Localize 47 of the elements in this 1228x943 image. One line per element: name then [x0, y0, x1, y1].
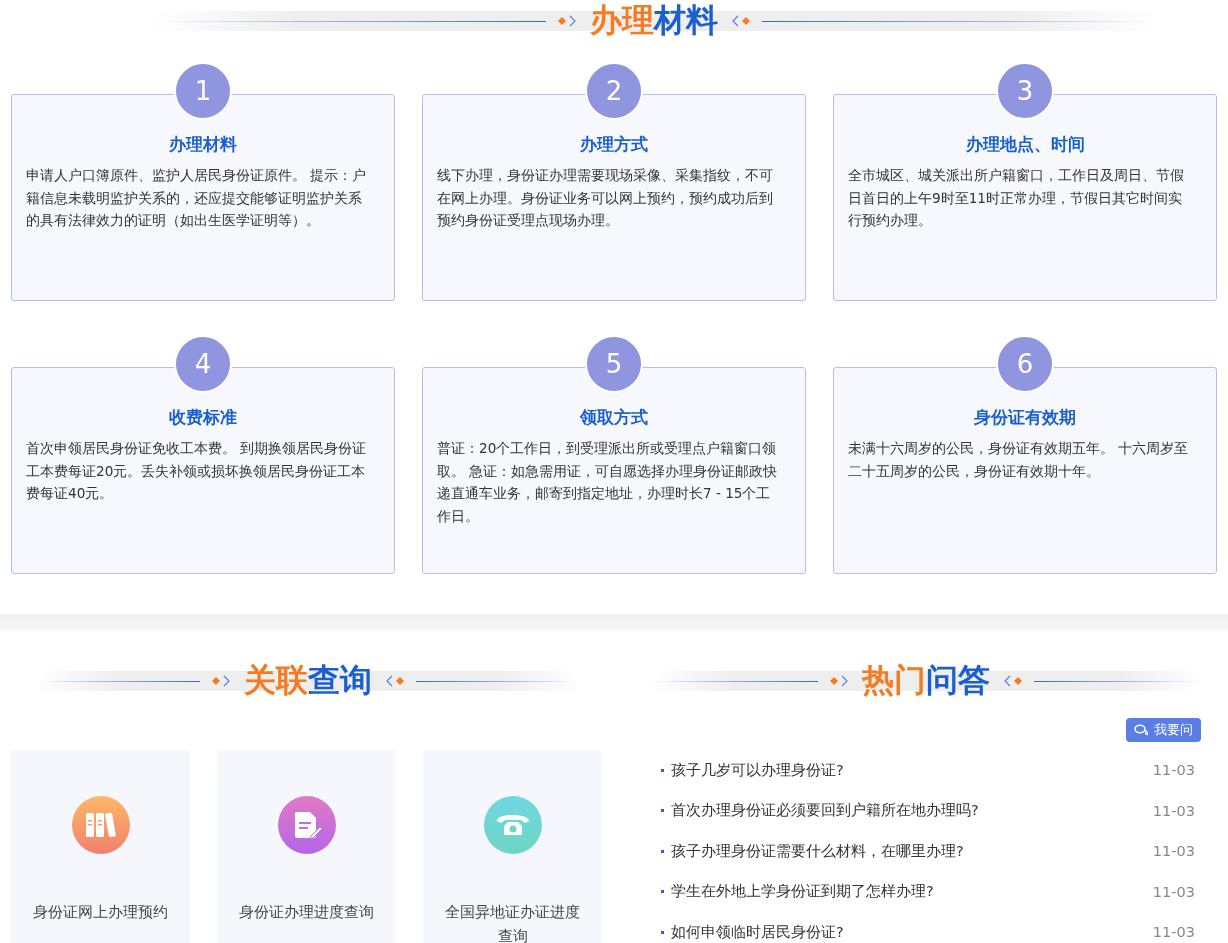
bullet-icon	[661, 768, 664, 772]
step-number: 2	[585, 62, 643, 120]
bullet-icon	[661, 809, 664, 813]
question-link[interactable]: 如何申领临时居民身份证?	[671, 922, 1153, 942]
card-text: 普证：20个工作日，到受理派出所或受理点户籍窗口领取。 急证：如急需用证，可自愿选择办理身份证邮政快递直通车业务，邮寄到指定地址，办理时长7 - 15个工作日。	[437, 439, 779, 526]
question-date: 11-03	[1152, 843, 1196, 860]
card-title: 办理地点、时间	[964, 133, 1086, 156]
section-title: 关联查询	[244, 660, 372, 701]
books-icon	[71, 796, 130, 854]
question-link[interactable]: 孩子办理身份证需要什么材料，在哪里办理?	[671, 841, 1153, 861]
step-number: 5	[585, 335, 643, 393]
card-text: 申请人户口簿原件、监护人居民身份证原件。 提示：户籍信息未载明监护关系的，还应提交能够证明监护关系的具有法律效力的证明（如出生医学证明等）。	[26, 166, 368, 230]
card-text: 未满十六周岁的公民，身份证有效期五年。 十六周岁至二十五周岁的公民，身份证有效期十年。	[848, 439, 1190, 481]
query-link-label[interactable]: 身份证网上办理预约	[13, 900, 188, 924]
card-title: 收费标准	[168, 406, 238, 429]
question-date: 11-03	[1152, 762, 1196, 779]
step-number: 1	[174, 62, 232, 120]
section-title: 办理材料	[590, 0, 718, 41]
question-link[interactable]: 孩子几岁可以办理身份证?	[671, 760, 1153, 780]
section-title: 热门问答	[861, 660, 990, 701]
question-link[interactable]: 学生在外地上学身份证到期了怎样办理?	[671, 882, 1153, 902]
step-number: 4	[174, 335, 232, 393]
bullet-icon	[661, 849, 664, 853]
question-date: 11-03	[1152, 924, 1196, 941]
ask-button[interactable]: 我要问	[1126, 718, 1201, 742]
card-title: 身份证有效期	[973, 406, 1077, 429]
card-text: 线下办理，身份证办理需要现场采像、采集指纹，不可在网上办理。身份证业务可以网上预约，预约成功后到预约身份证受理点现场办理。	[437, 166, 774, 230]
bullet-icon	[661, 930, 664, 934]
document-edit-icon	[277, 796, 336, 854]
card-title: 办理材料	[168, 133, 238, 156]
card-text: 首次申领居民身份证免收工本费。 到期换领居民身份证工本费每证20元。丢失补领或损坏换领居民身份证工本费每证40元。	[26, 439, 368, 503]
question-date: 11-03	[1152, 802, 1196, 819]
query-link-label[interactable]: 全国异地证办证进度查询	[423, 900, 602, 943]
query-link-card[interactable]: 身份证办理进度查询	[217, 750, 396, 943]
chat-bubble-icon	[1134, 724, 1149, 736]
step-number: 3	[996, 62, 1054, 120]
card-text: 全市城区、城关派出所户籍窗口，工作日及周日、节假日首日的上午9时至11时正常办理，节假日其它时间实行预约办理。	[848, 166, 1185, 230]
card-title: 办理方式	[579, 133, 649, 156]
query-link-label[interactable]: 身份证办理进度查询	[219, 900, 394, 924]
query-link-card[interactable]: 全国异地证办证进度查询	[423, 750, 602, 943]
query-link-card[interactable]: 身份证网上办理预约	[11, 750, 190, 943]
telephone-icon	[483, 796, 542, 854]
bullet-icon	[661, 890, 664, 894]
question-link[interactable]: 首次办理身份证必须要回到户籍所在地办理吗?	[671, 801, 1153, 821]
step-number: 6	[996, 335, 1054, 393]
question-date: 11-03	[1152, 883, 1196, 900]
card-title: 领取方式	[579, 406, 649, 429]
